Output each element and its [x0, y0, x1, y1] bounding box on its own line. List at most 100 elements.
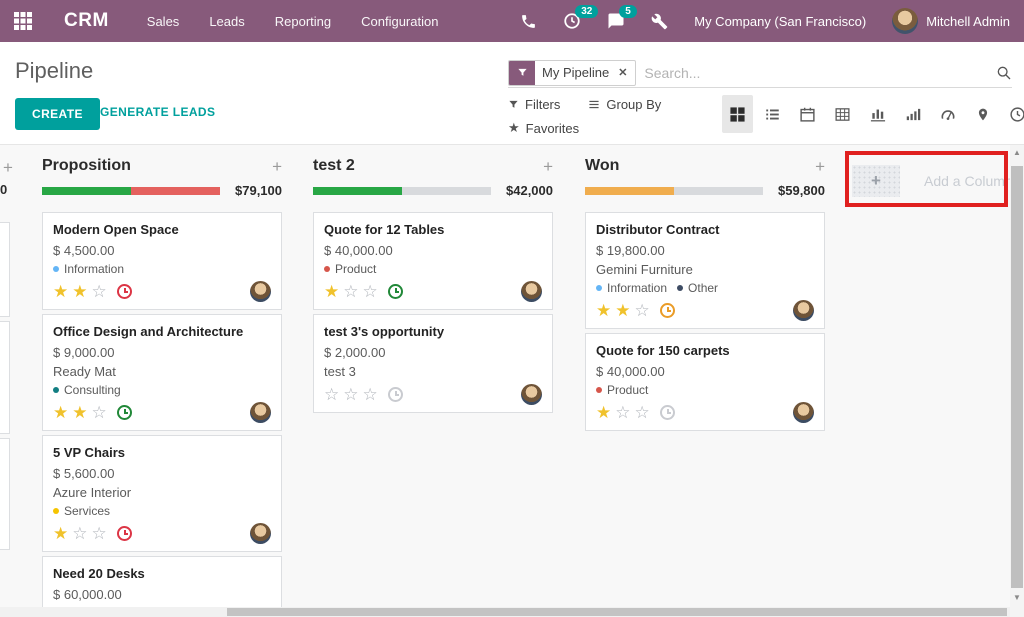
vertical-scrollbar-thumb[interactable] [1011, 166, 1023, 588]
salesperson-avatar[interactable] [793, 402, 814, 423]
activity-clock-icon[interactable] [660, 405, 675, 420]
priority-star-icon[interactable]: ☆ [92, 283, 107, 300]
scroll-up-icon[interactable]: ▲ [1010, 148, 1024, 157]
quick-add-icon[interactable]: + [815, 158, 825, 175]
search-icon[interactable] [996, 65, 1012, 81]
partial-card-fragment[interactable] [0, 222, 10, 317]
phone-icon[interactable] [520, 13, 537, 30]
favorites-dropdown[interactable]: ★ Favorites [508, 120, 579, 136]
view-cohort-icon[interactable] [897, 95, 928, 133]
priority-star-icon[interactable]: ☆ [363, 283, 378, 300]
progress-segment[interactable] [313, 187, 402, 195]
activities-icon[interactable]: 32 [563, 12, 581, 30]
progress-segment[interactable] [42, 187, 131, 195]
messages-icon[interactable]: 5 [607, 12, 625, 30]
column-title[interactable]: test 2 [313, 157, 355, 175]
view-graph-icon[interactable] [862, 95, 893, 133]
filters-label: Filters [525, 97, 560, 112]
priority-star-icon[interactable]: ☆ [324, 386, 339, 403]
priority-star-icon[interactable]: ☆ [363, 386, 378, 403]
activity-clock-icon[interactable] [117, 284, 132, 299]
facet-remove-icon[interactable]: ✕ [616, 61, 635, 85]
priority-star-icon[interactable]: ★ [324, 283, 339, 300]
kanban-card[interactable]: Modern Open Space $ 4,500.00 Information… [42, 212, 282, 310]
column-progressbar[interactable] [313, 187, 491, 195]
add-column-button[interactable]: + Add a Column [852, 165, 1013, 197]
priority-star-icon[interactable]: ★ [53, 283, 68, 300]
kanban-card[interactable]: Distributor Contract $ 19,800.00 Gemini … [585, 212, 825, 329]
add-column-plus-icon[interactable]: + [852, 165, 900, 197]
horizontal-scrollbar-thumb[interactable] [227, 608, 1007, 616]
generate-leads-button[interactable]: GENERATE LEADS [100, 105, 215, 119]
column-title[interactable]: Won [585, 157, 619, 175]
priority-star-icon[interactable]: ★ [596, 302, 611, 319]
priority-star-icon[interactable]: ☆ [92, 404, 107, 421]
menu-leads[interactable]: Leads [209, 14, 244, 29]
scroll-down-icon[interactable]: ▼ [1010, 593, 1024, 602]
priority-star-icon[interactable]: ★ [596, 404, 611, 421]
salesperson-avatar[interactable] [521, 384, 542, 405]
salesperson-avatar[interactable] [250, 402, 271, 423]
kanban-card[interactable]: Office Design and Architecture $ 9,000.0… [42, 314, 282, 431]
activity-clock-icon[interactable] [388, 387, 403, 402]
view-list-icon[interactable] [757, 95, 788, 133]
kanban-card[interactable]: Quote for 12 Tables $ 40,000.00 Product … [313, 212, 553, 310]
kanban-card[interactable]: Quote for 150 carpets $ 40,000.00 Produc… [585, 333, 825, 431]
menu-sales[interactable]: Sales [147, 14, 180, 29]
company-switcher[interactable]: My Company (San Francisco) [694, 14, 866, 29]
progress-segment[interactable] [131, 187, 220, 195]
horizontal-scrollbar[interactable] [0, 607, 1010, 617]
kanban-card[interactable]: 5 VP Chairs $ 5,600.00 Azure Interior Se… [42, 435, 282, 552]
create-button[interactable]: CREATE [15, 98, 100, 130]
quick-add-icon[interactable]: + [543, 158, 553, 175]
salesperson-avatar[interactable] [250, 281, 271, 302]
kanban-card[interactable]: test 3's opportunity $ 2,000.00 test 3 ☆… [313, 314, 553, 413]
apps-menu-icon[interactable] [0, 0, 46, 42]
user-menu[interactable]: Mitchell Admin [892, 8, 1010, 34]
app-brand[interactable]: CRM [64, 10, 109, 32]
view-map-icon[interactable] [967, 95, 998, 133]
partial-card-fragment[interactable] [0, 321, 10, 434]
activity-clock-icon[interactable] [117, 405, 132, 420]
priority-star-icon[interactable]: ☆ [635, 302, 650, 319]
activity-clock-icon[interactable] [660, 303, 675, 318]
top-navbar: CRM Sales Leads Reporting Configuration … [0, 0, 1024, 42]
group-by-dropdown[interactable]: Group By [588, 97, 661, 112]
priority-star-icon[interactable]: ☆ [615, 404, 630, 421]
view-calendar-icon[interactable] [792, 95, 823, 133]
partial-card-fragment[interactable] [0, 438, 10, 550]
progress-segment[interactable] [674, 187, 763, 195]
view-dashboard-icon[interactable] [932, 95, 963, 133]
filters-dropdown[interactable]: Filters [508, 97, 560, 112]
view-pivot-icon[interactable] [827, 95, 858, 133]
priority-star-icon[interactable]: ★ [72, 404, 87, 421]
priority-star-icon[interactable]: ★ [53, 404, 68, 421]
menu-reporting[interactable]: Reporting [275, 14, 331, 29]
view-activity-icon[interactable] [1002, 95, 1024, 133]
progress-segment[interactable] [402, 187, 491, 195]
priority-star-icon[interactable]: ★ [53, 525, 68, 542]
priority-star-icon[interactable]: ☆ [343, 386, 358, 403]
priority-star-icon[interactable]: ★ [615, 302, 630, 319]
activity-clock-icon[interactable] [117, 526, 132, 541]
salesperson-avatar[interactable] [793, 300, 814, 321]
salesperson-avatar[interactable] [521, 281, 542, 302]
column-progressbar[interactable] [42, 187, 220, 195]
priority-star-icon[interactable]: ☆ [343, 283, 358, 300]
quick-add-icon[interactable]: + [272, 158, 282, 175]
priority-star-icon[interactable]: ☆ [635, 404, 650, 421]
column-title[interactable]: Proposition [42, 157, 131, 175]
view-kanban-icon[interactable] [722, 95, 753, 133]
priority-star-icon[interactable]: ★ [72, 283, 87, 300]
salesperson-avatar[interactable] [250, 523, 271, 544]
vertical-scrollbar[interactable]: ▲ ▼ [1010, 145, 1024, 617]
menu-configuration[interactable]: Configuration [361, 14, 438, 29]
priority-star-icon[interactable]: ☆ [92, 525, 107, 542]
tools-icon[interactable] [651, 13, 668, 30]
search-input[interactable] [636, 65, 996, 81]
priority-star-icon[interactable]: ☆ [72, 525, 87, 542]
activity-clock-icon[interactable] [388, 284, 403, 299]
column-progressbar[interactable] [585, 187, 763, 195]
partial-column-plus-icon[interactable]: + [3, 158, 13, 178]
progress-segment[interactable] [585, 187, 674, 195]
